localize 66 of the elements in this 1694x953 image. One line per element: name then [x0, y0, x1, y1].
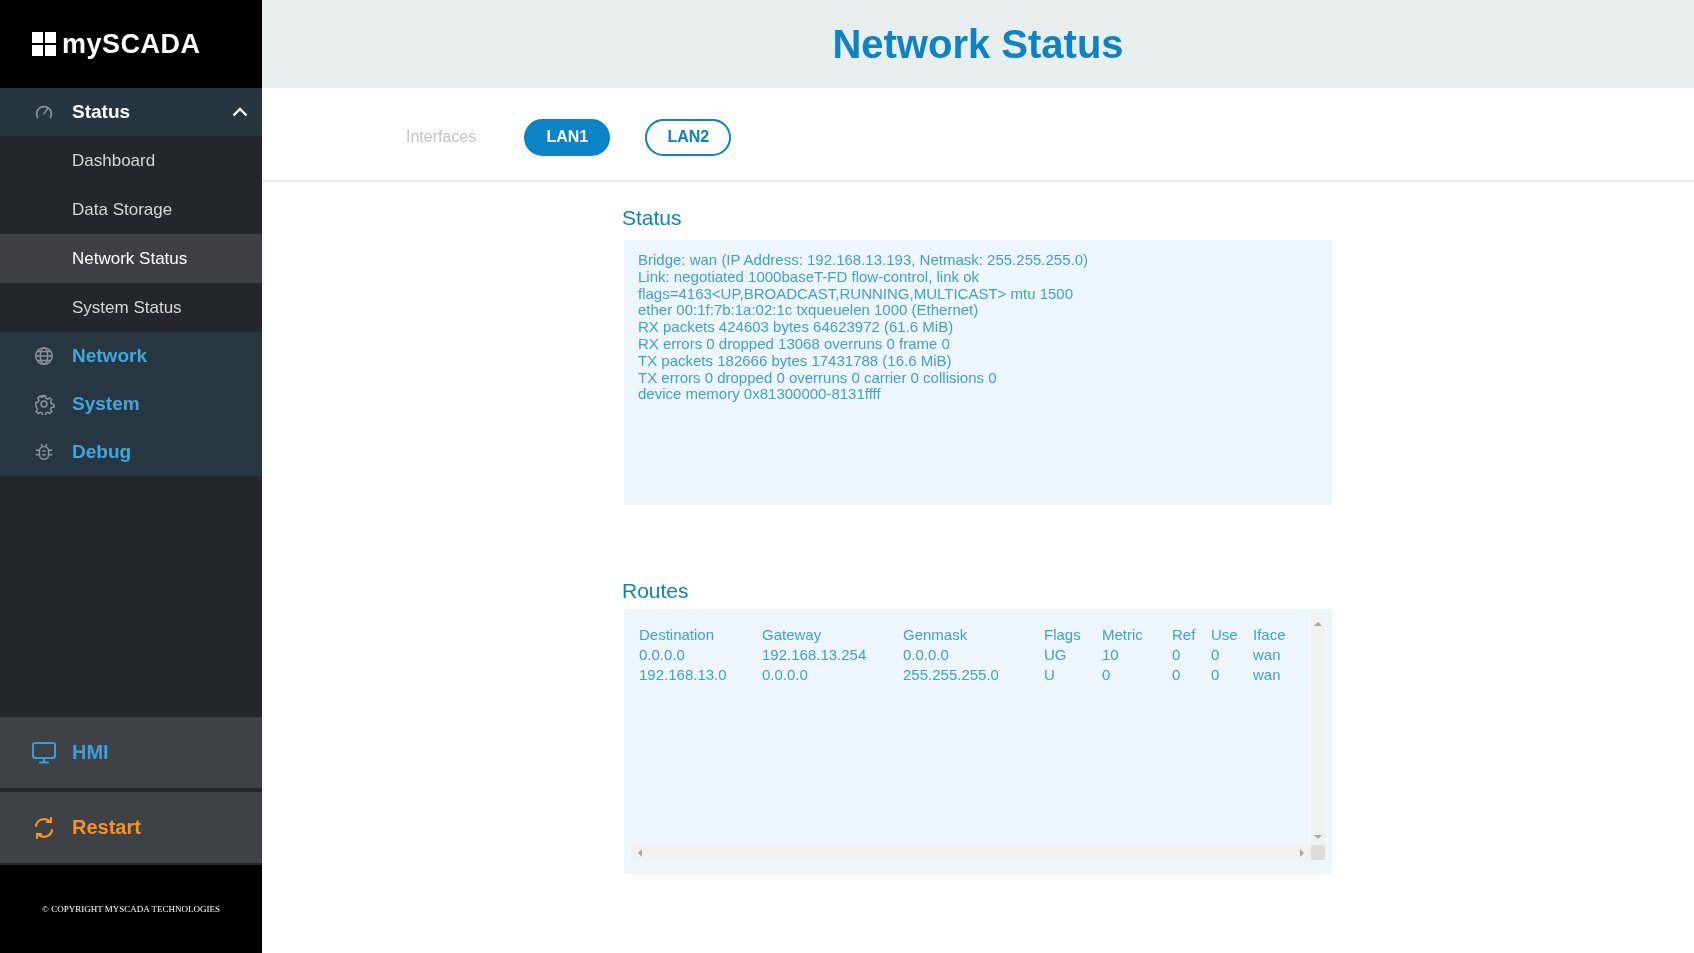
hmi-link[interactable]: HMI — [0, 717, 262, 788]
table-cell-text: wan — [1253, 646, 1282, 665]
table-cell: 0 — [1172, 646, 1211, 666]
nav-group[interactable]: Debug — [0, 428, 262, 476]
nav-label: HMI — [72, 741, 109, 764]
page-title: Network Status — [832, 21, 1124, 67]
status-line: RX packets 424603 bytes 64623972 (61.6 MiB) — [638, 319, 955, 336]
table-cell-text: 255.255.255.0 — [903, 666, 1000, 685]
nav-label: Restart — [72, 816, 141, 839]
status-line: flags=4163<UP,BROADCAST,RUNNING,MULTICAST> mtu 1500 — [638, 285, 1075, 303]
column-header: Destination — [639, 626, 762, 646]
table-cell: 0.0.0.0 — [762, 666, 903, 686]
status-line: TX errors 0 dropped 0 overruns 0 carrier 0 collisions 0 — [638, 369, 998, 387]
scroll-up-arrow-icon[interactable] — [1314, 621, 1322, 627]
interface-tab[interactable]: LAN2 — [645, 118, 732, 156]
scroll-left-arrow-icon[interactable] — [637, 848, 643, 857]
table-cell: U — [1044, 666, 1102, 686]
vertical-scrollbar[interactable] — [1311, 616, 1325, 845]
section-heading: Routes — [622, 579, 690, 604]
table-cell: 0 — [1172, 666, 1211, 686]
restart-button[interactable]: Restart — [0, 792, 262, 863]
status-line: Bridge: wan (IP Address: 192.168.13.193, Netmask: 255.255.255.0) — [638, 252, 1089, 269]
table-cell-text: wan — [1253, 666, 1282, 685]
interfaces-label: Interfaces — [406, 128, 477, 146]
column-header: Use — [1211, 626, 1239, 645]
column-header: Flags — [1044, 626, 1082, 645]
column-header: Iface — [1253, 626, 1287, 645]
table-cell: 0 — [1211, 646, 1253, 666]
scrollbar-corner — [1311, 845, 1325, 860]
table-cell: 0 — [1211, 666, 1253, 686]
table-cell: 192.168.13.0 — [639, 666, 762, 686]
scroll-down-arrow-icon[interactable] — [1314, 834, 1322, 840]
nav-item[interactable]: Network Status — [0, 234, 262, 283]
nav-group-label: System — [72, 393, 141, 415]
table-cell-text: 0.0.0.0 — [639, 646, 686, 665]
column-header: Gateway — [762, 626, 903, 646]
horizontal-scrollbar[interactable] — [631, 845, 1311, 860]
table-cell: 192.168.13.254 — [762, 646, 903, 666]
nav-item[interactable]: Data Storage — [0, 185, 262, 234]
nav-item[interactable]: System Status — [0, 283, 262, 332]
table-cell-text: UG — [1044, 646, 1068, 665]
column-header: Genmask — [903, 626, 969, 645]
nav-group-label: Network — [72, 345, 148, 367]
table-cell-text: 0.0.0.0 — [903, 646, 950, 665]
nav-group[interactable]: System — [0, 380, 262, 428]
table-cell: 0 — [1102, 666, 1172, 686]
status-line: Link: negotiated 1000baseT-FD flow-control, link ok — [638, 268, 980, 286]
nav-group-label: Debug — [72, 441, 133, 463]
scroll-right-arrow-icon[interactable] — [1299, 848, 1305, 857]
interface-tab[interactable]: LAN1 — [524, 118, 611, 156]
windows-grid-logo-icon — [32, 32, 56, 56]
section-heading: Status — [622, 206, 683, 231]
monitor-icon — [31, 740, 57, 765]
nav-item[interactable]: Dashboard — [0, 136, 262, 185]
column-header: Ref — [1172, 626, 1197, 645]
status-line: device memory 0x81300000-8131ffff — [638, 386, 882, 404]
copyright-text: © COPYRIGHT MYSCADA TECHNOLOGIES — [42, 904, 220, 914]
status-line: ether 00:1f:7b:1a:02:1c txqueuelen 1000 (Ethernet) — [638, 302, 979, 320]
status-line: RX errors 0 dropped 13068 overruns 0 frame 0 — [638, 336, 951, 353]
column-header: Metric — [1102, 626, 1144, 645]
logo-text: mySCADA — [62, 28, 201, 60]
table-cell: 10 — [1102, 646, 1172, 666]
nav-group[interactable]: Network — [0, 332, 262, 380]
status-line: TX packets 182666 bytes 17431788 (16.6 MiB) — [638, 352, 953, 370]
nav-group[interactable]: Status — [0, 88, 262, 136]
nav-group-label: Status — [72, 101, 132, 123]
